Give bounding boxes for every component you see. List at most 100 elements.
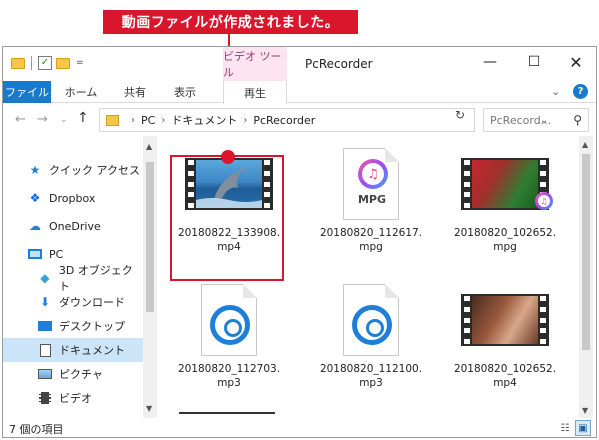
sidebar-item-desktop[interactable]: デスクトップ: [3, 314, 143, 338]
mpg-badge: MPG: [357, 193, 387, 206]
tab-home[interactable]: ホーム: [59, 81, 103, 103]
callout-banner: 動画ファイルが作成されました。: [103, 10, 358, 34]
file-name-line: 20180820_112703.: [177, 363, 281, 375]
sidebar-item-label: クイック アクセス: [49, 164, 140, 177]
dropbox-icon: ❖: [29, 191, 41, 205]
large-icons-view-icon[interactable]: ▣: [575, 420, 591, 436]
breadcrumb-separator[interactable]: ›: [161, 115, 165, 126]
file-name-line: mp3: [217, 377, 241, 389]
breadcrumb-pcrecorder[interactable]: PcRecorder: [253, 114, 315, 127]
minimize-button[interactable]: —: [468, 47, 512, 77]
scroll-down-icon[interactable]: ▼: [146, 404, 152, 413]
document-thumbnail: ♫ MPG: [321, 148, 421, 220]
tab-file[interactable]: ファイル: [3, 81, 51, 103]
ribbon-expand-icon[interactable]: ⌄: [551, 85, 560, 98]
file-name-line: 20180820_102652.: [453, 227, 557, 239]
file-name-line: mpg: [359, 241, 383, 253]
search-icon[interactable]: ⚲: [573, 113, 582, 127]
itunes-icon: ♫: [358, 159, 388, 189]
recent-locations-button[interactable]: ⌄: [60, 115, 68, 125]
desktop-icon: [37, 318, 53, 334]
qat-separator: [31, 56, 32, 70]
file-name-line: mp3: [359, 377, 383, 389]
file-name: 20180820_112617. mpg: [317, 226, 425, 254]
tab-view[interactable]: 表示: [163, 81, 207, 103]
breadcrumb-pc[interactable]: PC: [141, 114, 155, 127]
forward-button[interactable]: →: [37, 112, 48, 127]
sidebar-item-label: ビデオ: [59, 392, 92, 405]
file-item[interactable]: 20180820_112703. mp3: [173, 274, 285, 402]
3d-objects-icon: ◆: [40, 271, 50, 285]
file-item[interactable]: ♫ 20180820_102652. mpg: [449, 138, 561, 266]
qat-dropdown-icon[interactable]: =: [76, 58, 84, 68]
groove-music-icon: [210, 305, 250, 345]
sidebar-item-3d-objects[interactable]: ◆ 3D オブジェクト: [3, 264, 143, 293]
help-icon[interactable]: ?: [573, 84, 588, 99]
file-name-line: mp4: [493, 377, 517, 389]
back-button[interactable]: ←: [15, 112, 26, 127]
pictures-icon: [37, 366, 53, 382]
tab-play[interactable]: 再生: [223, 81, 287, 104]
file-name: 20180820_102652. mpg: [451, 226, 559, 254]
address-bar[interactable]: › PC › ドキュメント › PcRecorder ⌄: [99, 108, 548, 132]
status-bar: 7 個の項目 ☷ ▣: [3, 418, 596, 437]
scroll-down-icon[interactable]: ▼: [582, 406, 588, 415]
breadcrumb-separator[interactable]: ›: [131, 115, 135, 126]
close-button[interactable]: ✕: [554, 47, 596, 77]
videos-icon: [37, 390, 53, 406]
scrollbar-thumb[interactable]: [146, 162, 154, 312]
ribbon-tabs: ファイル ホーム 共有 表示 再生: [3, 81, 596, 104]
details-view-icon[interactable]: ☷: [557, 420, 573, 436]
sidebar-item-quick-access[interactable]: ★ クイック アクセス: [3, 158, 143, 182]
search-placeholder: PcRecord...: [490, 113, 552, 127]
breadcrumb-separator[interactable]: ›: [243, 115, 247, 126]
sidebar-item-dropbox[interactable]: ❖ Dropbox: [3, 186, 143, 210]
search-input[interactable]: PcRecord... ⚲: [483, 108, 589, 132]
sidebar-item-label: PC: [49, 247, 64, 261]
item-count: 7 個の項目: [9, 423, 64, 436]
refresh-button[interactable]: ↻: [455, 108, 465, 122]
window-title: PcRecorder: [305, 57, 373, 71]
folder-icon[interactable]: [11, 57, 25, 69]
maximize-button[interactable]: ☐: [512, 47, 556, 77]
tab-share[interactable]: 共有: [115, 81, 155, 103]
star-icon: ★: [29, 163, 41, 177]
partial-thumbnail: [179, 412, 275, 414]
download-icon: ⬇: [39, 295, 51, 309]
content-scrollbar[interactable]: ▲ ▼: [579, 136, 593, 418]
file-item[interactable]: ♫ MPG 20180820_112617. mpg: [315, 138, 427, 266]
sidebar-item-label: ピクチャ: [59, 368, 103, 381]
sidebar-item-label: OneDrive: [49, 219, 101, 233]
sidebar-item-videos[interactable]: ビデオ: [3, 386, 143, 410]
sidebar-item-documents[interactable]: ドキュメント: [3, 338, 143, 362]
document-page-icon: [201, 284, 257, 356]
file-item[interactable]: 20180820_102652. mp4: [449, 274, 561, 402]
sidebar-scrollbar[interactable]: ▲ ▼: [143, 136, 157, 418]
properties-icon[interactable]: ✓: [38, 56, 52, 70]
sidebar-item-pictures[interactable]: ピクチャ: [3, 362, 143, 386]
navigation-bar: ← → ⌄ ↑ › PC › ドキュメント › PcRecorder ⌄ ↻ P…: [3, 104, 596, 136]
new-folder-icon[interactable]: [56, 57, 70, 69]
navigation-pane: ★ クイック アクセス ❖ Dropbox ☁ OneDrive PC ◆ 3D…: [3, 136, 143, 418]
file-explorer-window: ✓ = ビデオ ツール PcRecorder — ☐ ✕ ファイル ホーム 共有…: [2, 46, 597, 438]
sidebar-item-downloads[interactable]: ⬇ ダウンロード: [3, 290, 143, 314]
highlight-box: [170, 155, 284, 281]
breadcrumb-documents[interactable]: ドキュメント: [171, 112, 237, 128]
document-thumbnail: [179, 284, 279, 356]
document-page-icon: [343, 284, 399, 356]
quick-access-toolbar: ✓ =: [11, 56, 84, 70]
file-name-line: 20180820_112617.: [319, 227, 423, 239]
onedrive-icon: ☁: [29, 219, 41, 233]
scroll-up-icon[interactable]: ▲: [146, 142, 152, 151]
title-bar: ✓ = ビデオ ツール PcRecorder — ☐ ✕: [3, 47, 596, 81]
up-button[interactable]: ↑: [77, 110, 89, 126]
file-name: 20180820_102652. mp4: [451, 362, 559, 390]
scroll-up-icon[interactable]: ▲: [582, 140, 588, 149]
scrollbar-thumb[interactable]: [582, 154, 590, 350]
file-name-line: 20180820_102652.: [453, 363, 557, 375]
file-name: 20180820_112703. mp3: [175, 362, 283, 390]
sidebar-item-onedrive[interactable]: ☁ OneDrive: [3, 214, 143, 238]
itunes-icon: ♫: [535, 192, 553, 210]
sidebar-item-label: Dropbox: [49, 191, 96, 205]
file-item[interactable]: 20180820_112100. mp3: [315, 274, 427, 402]
